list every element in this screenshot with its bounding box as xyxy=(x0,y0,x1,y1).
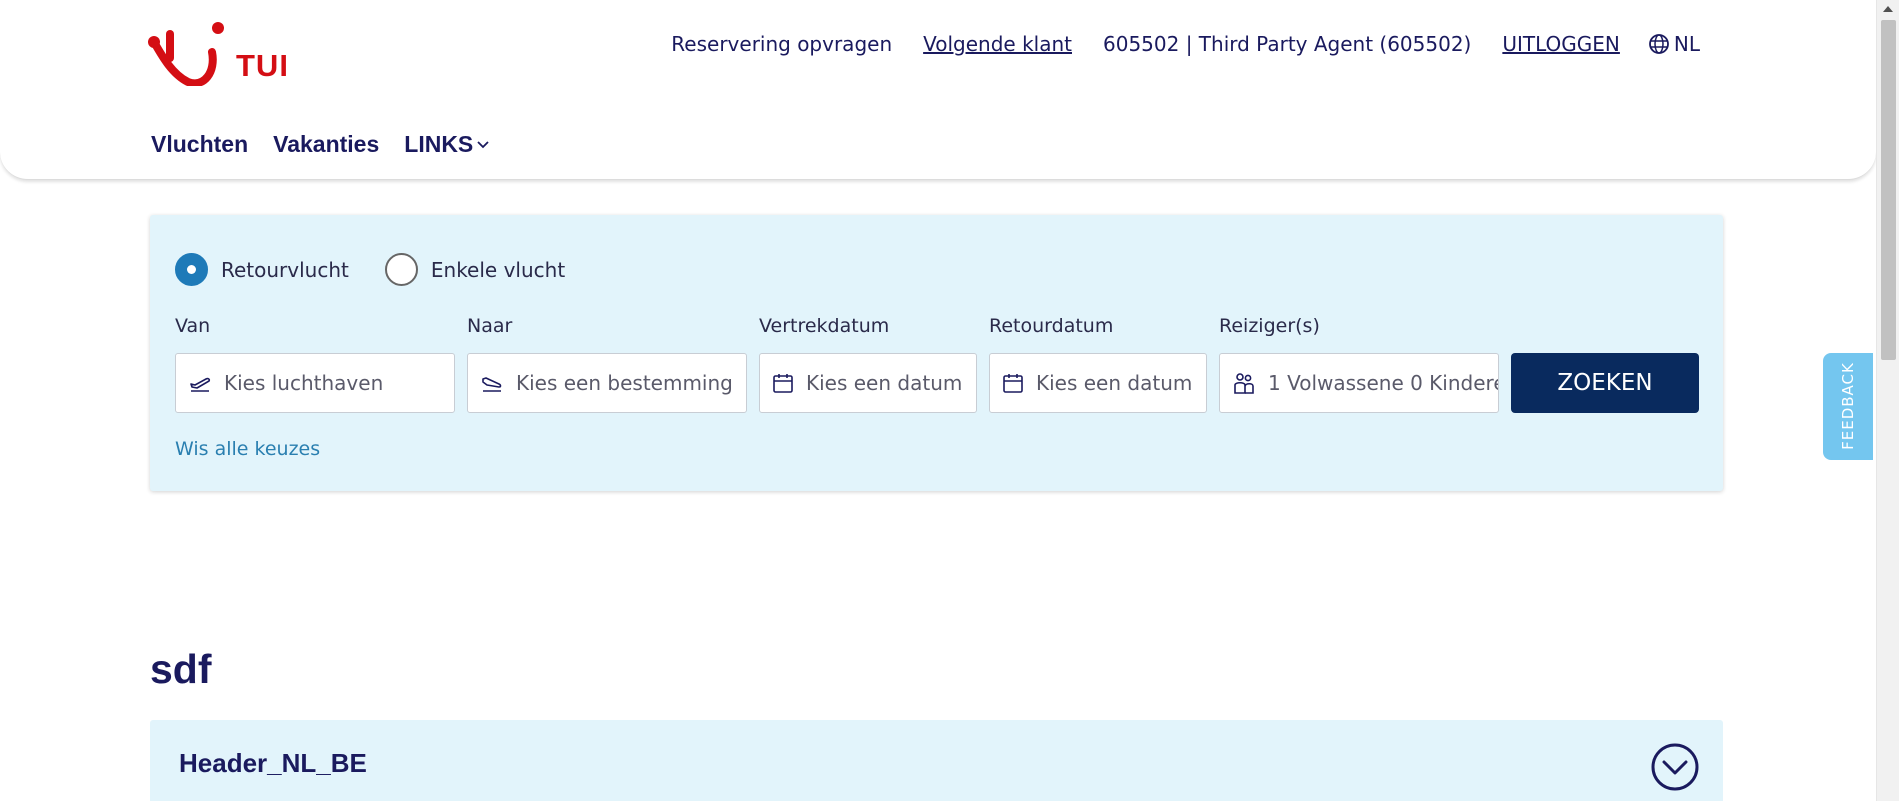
plane-arrival-icon xyxy=(482,377,502,392)
return-date-field: Retourdatum Kies een datum xyxy=(989,315,1207,413)
calendar-icon xyxy=(773,374,793,393)
radio-checked-icon xyxy=(175,253,208,286)
return-date-input[interactable]: Kies een datum xyxy=(989,353,1207,413)
from-field: Van Kies luchthaven xyxy=(175,315,455,413)
brand-name[interactable]: TUI xyxy=(236,48,289,84)
main-nav: Vluchten Vakanties LINKS xyxy=(151,131,515,158)
flight-search-panel: Retourvlucht Enkele vlucht Van Kies luch… xyxy=(150,215,1723,491)
agent-info: 605502 | Third Party Agent (605502) xyxy=(1103,32,1472,56)
plane-departure-icon xyxy=(190,377,211,392)
feedback-tab[interactable]: FEEDBACK xyxy=(1823,353,1873,460)
from-label: Van xyxy=(175,315,211,337)
clear-all-link[interactable]: Wis alle keuzes xyxy=(175,438,320,460)
from-input[interactable]: Kies luchthaven xyxy=(175,353,455,413)
chevron-circle-down-icon[interactable] xyxy=(1650,742,1700,792)
depart-date-field: Vertrekdatum Kies een datum xyxy=(759,315,977,413)
utility-nav: Reservering opvragen Volgende klant 6055… xyxy=(640,30,1700,58)
calendar-icon xyxy=(1003,374,1023,393)
nav-item-flights[interactable]: Vluchten xyxy=(151,131,248,158)
radio-label: Enkele vlucht xyxy=(430,257,566,282)
feedback-label: FEEDBACK xyxy=(1839,362,1857,450)
scrollbar-thumb[interactable] xyxy=(1881,20,1896,360)
language-code: NL xyxy=(1673,32,1700,56)
depart-date-label: Vertrekdatum xyxy=(759,315,890,337)
to-field: Naar Kies een bestemming xyxy=(467,315,747,413)
radio-one-way-flight[interactable]: Enkele vlucht xyxy=(384,253,566,286)
radio-label: Retourvlucht xyxy=(221,257,349,282)
depart-date-placeholder: Kies een datum xyxy=(806,371,963,395)
globe-icon xyxy=(1648,34,1669,54)
radio-return-flight[interactable]: Retourvlucht xyxy=(175,253,349,286)
page-title: sdf xyxy=(150,646,212,692)
travelers-input[interactable]: 1 Volwassene 0 Kinderen xyxy=(1219,353,1499,413)
to-placeholder: Kies een bestemming xyxy=(516,371,733,395)
trip-type-group: Retourvlucht Enkele vlucht xyxy=(175,253,601,286)
to-input[interactable]: Kies een bestemming xyxy=(467,353,747,413)
nav-label: Vluchten xyxy=(151,131,249,157)
scroll-up-arrow-icon[interactable] xyxy=(1883,6,1893,12)
chevron-down-icon xyxy=(477,140,489,148)
travelers-value: 1 Volwassene 0 Kinderen xyxy=(1268,371,1499,395)
vertical-scrollbar[interactable] xyxy=(1876,0,1899,801)
return-date-placeholder: Kies een datum xyxy=(1036,371,1193,395)
to-label: Naar xyxy=(467,315,513,337)
return-date-label: Retourdatum xyxy=(989,315,1114,337)
nav-item-links[interactable]: LINKS xyxy=(404,131,490,158)
site-header: TUI Reservering opvragen Volgende klant … xyxy=(0,0,1876,180)
language-selector[interactable]: NL xyxy=(1648,32,1700,56)
accordion-title: Header_NL_BE xyxy=(179,748,367,778)
next-customer-link[interactable]: Volgende klant xyxy=(923,32,1072,56)
request-booking-link[interactable]: Reservering opvragen xyxy=(671,32,892,56)
search-button[interactable]: ZOEKEN xyxy=(1511,353,1699,413)
travelers-field: Reiziger(s) 1 Volwassene 0 Kinderen xyxy=(1219,315,1499,413)
depart-date-input[interactable]: Kies een datum xyxy=(759,353,977,413)
logout-link[interactable]: UITLOGGEN xyxy=(1502,32,1620,56)
accordion-header[interactable]: Header_NL_BE xyxy=(150,720,1723,801)
radio-unchecked-icon xyxy=(384,253,418,286)
travelers-label: Reiziger(s) xyxy=(1219,315,1320,337)
from-placeholder: Kies luchthaven xyxy=(224,371,384,395)
travelers-icon xyxy=(1234,373,1254,394)
nav-label: Vakanties xyxy=(273,131,380,157)
nav-label: LINKS xyxy=(404,131,474,157)
nav-item-holidays[interactable]: Vakanties xyxy=(273,131,379,158)
